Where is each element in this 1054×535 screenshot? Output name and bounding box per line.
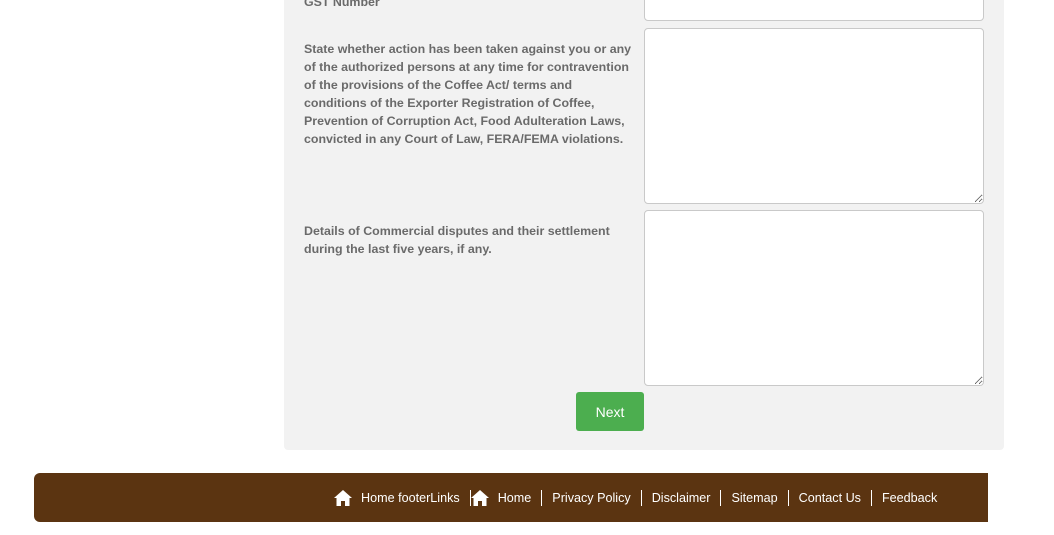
gst-number-label: GST Number	[304, 0, 380, 9]
home-link[interactable]: Home	[498, 491, 532, 505]
commercial-disputes-label: Details of Commercial disputes and their…	[304, 224, 610, 256]
commercial-disputes-textarea[interactable]	[644, 210, 984, 386]
footer-nav: Home footerLinks Home Privacy Policy Dis…	[334, 473, 937, 522]
footer-home-footerlinks[interactable]: Home footerLinks	[334, 489, 460, 506]
next-button[interactable]: Next	[576, 392, 644, 431]
action-taken-textarea[interactable]	[644, 28, 984, 204]
home-footerlinks-link[interactable]: Home footerLinks	[361, 491, 460, 505]
disclaimer-link[interactable]: Disclaimer	[652, 491, 711, 505]
footer-separator	[541, 489, 543, 506]
contact-us-link[interactable]: Contact Us	[799, 491, 861, 505]
footer-separator	[870, 489, 872, 506]
footer-separator	[640, 489, 642, 506]
home-icon	[470, 490, 489, 506]
privacy-policy-link[interactable]: Privacy Policy	[552, 491, 630, 505]
home-icon	[334, 490, 352, 506]
sitemap-link[interactable]: Sitemap	[731, 491, 777, 505]
feedback-link[interactable]: Feedback	[882, 491, 937, 505]
footer-bar: Home footerLinks Home Privacy Policy Dis…	[34, 473, 988, 522]
footer-home[interactable]: Home	[470, 489, 532, 506]
footer-separator	[787, 489, 789, 506]
footer-separator	[720, 489, 722, 506]
action-taken-label: State whether action has been taken agai…	[304, 42, 632, 146]
gst-number-input[interactable]	[644, 0, 984, 21]
